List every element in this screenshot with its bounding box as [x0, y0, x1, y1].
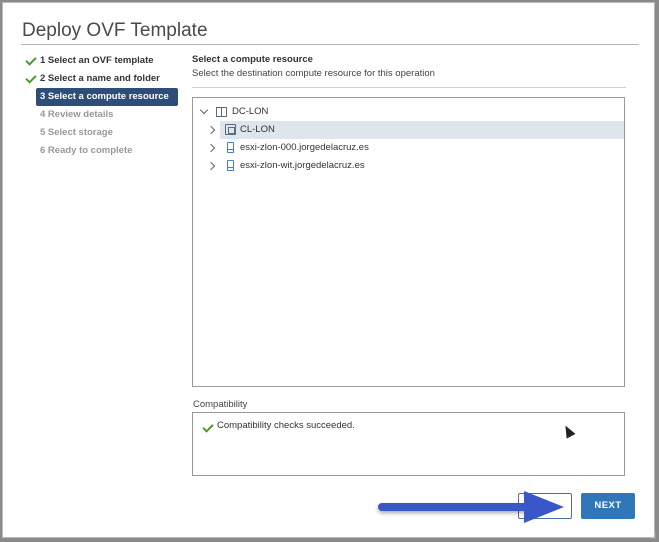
step-select-compute-resource[interactable]: 3 Select a compute resource	[36, 88, 178, 106]
chevron-right-icon[interactable]	[206, 161, 216, 171]
tree-node-host[interactable]: esxi-zlon-wit.jorgedelacruz.es	[206, 157, 624, 175]
step-label: 5 Select storage	[40, 127, 113, 138]
resize-handle-icon[interactable]	[649, 532, 656, 539]
tree-node-label: DC-LON	[232, 106, 269, 117]
tree-node-label: CL-LON	[240, 124, 275, 135]
tree-node-label: esxi-zlon-000.jorgedelacruz.es	[240, 142, 369, 153]
step-ready-to-complete: 6 Ready to complete	[22, 142, 182, 160]
checkmark-icon	[202, 421, 214, 433]
checkmark-icon	[25, 54, 37, 66]
compatibility-panel: Compatibility checks succeeded.	[192, 412, 625, 476]
host-icon	[227, 160, 234, 171]
chevron-down-icon[interactable]	[199, 105, 209, 115]
step-select-ovf-template[interactable]: 1 Select an OVF template	[22, 52, 182, 70]
compatibility-message: Compatibility checks succeeded.	[217, 420, 355, 431]
section-divider	[192, 87, 626, 88]
dialog-title: Deploy OVF Template	[22, 20, 208, 41]
chevron-right-icon[interactable]	[206, 125, 216, 135]
compatibility-label: Compatibility	[193, 399, 248, 410]
main-panel: Select a compute resource Select the des…	[192, 54, 628, 88]
title-divider	[21, 44, 639, 45]
step-review-details: 4 Review details	[22, 106, 182, 124]
datacenter-icon	[216, 107, 227, 117]
section-heading: Select a compute resource	[192, 54, 313, 65]
wizard-steps: 1 Select an OVF template 2 Select a name…	[22, 52, 182, 160]
next-button[interactable]: NEXT	[581, 493, 635, 519]
step-select-name-folder[interactable]: 2 Select a name and folder	[22, 70, 182, 88]
tree-node-host[interactable]: esxi-zlon-000.jorgedelacruz.es	[206, 139, 624, 157]
tree-node-datacenter[interactable]: DC-LON	[198, 103, 618, 121]
compute-resource-tree: DC-LON CL-LON esxi-zlon-000.jorgedelacru…	[192, 97, 625, 387]
tree-node-label: esxi-zlon-wit.jorgedelacruz.es	[240, 160, 365, 171]
annotation-arrow-shaft	[378, 503, 528, 511]
annotation-arrow-icon	[524, 491, 564, 523]
step-label: 1 Select an OVF template	[40, 55, 154, 66]
chevron-right-icon[interactable]	[206, 143, 216, 153]
step-select-storage: 5 Select storage	[22, 124, 182, 142]
checkmark-icon	[25, 72, 37, 84]
tree-node-cluster[interactable]: CL-LON	[206, 121, 624, 139]
section-description: Select the destination compute resource …	[192, 68, 435, 79]
step-label: 3 Select a compute resource	[40, 91, 169, 102]
host-icon	[227, 142, 234, 153]
step-label: 6 Ready to complete	[40, 145, 133, 156]
cluster-icon	[225, 124, 236, 135]
step-label: 4 Review details	[40, 109, 114, 120]
step-label: 2 Select a name and folder	[40, 73, 160, 84]
